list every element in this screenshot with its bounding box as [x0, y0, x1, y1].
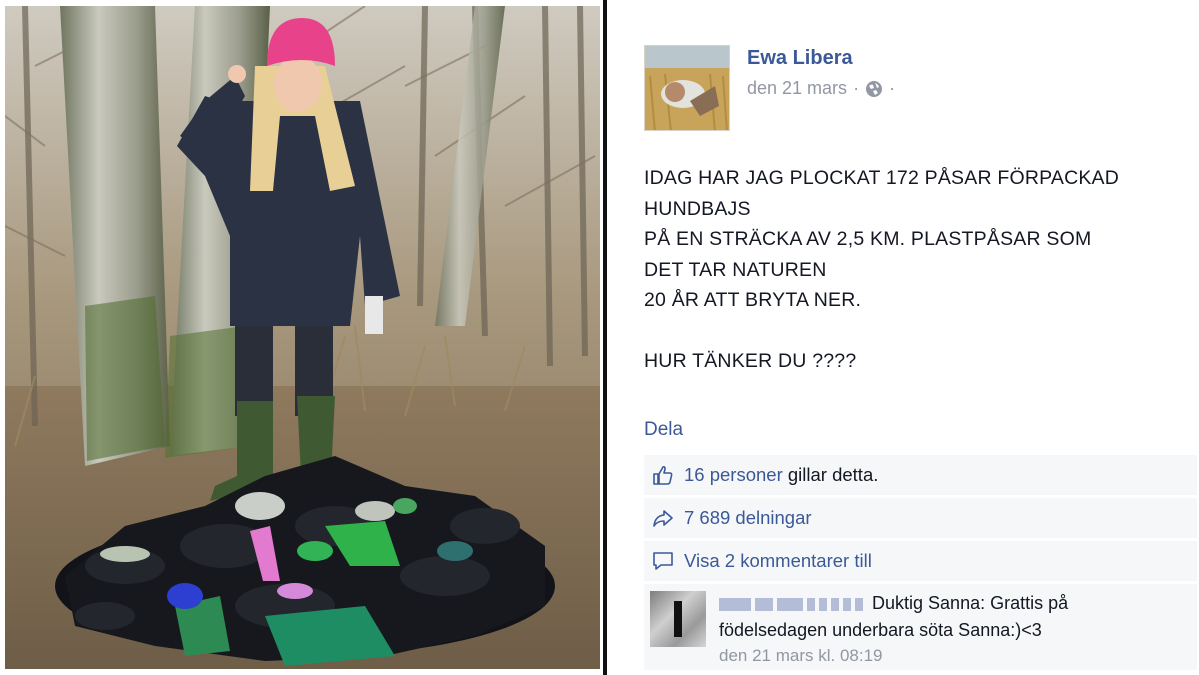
avatar-mark	[674, 601, 682, 637]
post-line: IDAG HAR JAG PLOCKAT 172 PÅSAR FÖRPACKAD	[644, 167, 1120, 189]
post-line: HUNDBAJS	[644, 197, 751, 220]
author-avatar[interactable]	[644, 45, 730, 131]
post-date[interactable]: den 21 mars	[747, 78, 847, 99]
comment-text-line2: födelsedagen underbara söta Sanna:)<3	[719, 620, 1042, 640]
author-name[interactable]: Ewa Libera	[747, 47, 853, 70]
meta-trailing-dot: ·	[889, 78, 896, 98]
comment-text-line1: Duktig Sanna: Grattis på	[872, 593, 1069, 613]
photo-illustration	[5, 6, 600, 669]
post-line: HUR TÄNKER DU ????	[644, 350, 857, 372]
shares-link[interactable]: 7 689 delningar	[684, 507, 812, 529]
comment-timestamp[interactable]: den 21 mars kl. 08:19	[719, 646, 882, 666]
post-meta: den 21 mars · ·	[747, 78, 895, 99]
post-line: PÅ EN STRÄCKA AV 2,5 KM. PLASTPÅSAR SOM	[644, 228, 1092, 250]
ufi-panel: 16 personer gillar detta. 7 689 delninga…	[644, 455, 1197, 670]
post-photo[interactable]	[5, 6, 600, 669]
view-comments-link[interactable]: Visa 2 kommentarer till	[684, 550, 872, 572]
share-link[interactable]: Dela	[644, 419, 683, 441]
post-line: 20 ÅR ATT BRYTA NER.	[644, 289, 862, 311]
panel-divider	[603, 0, 607, 675]
facebook-post: Ewa Libera den 21 mars · · IDAG HAR JAG …	[608, 0, 1199, 675]
comments-row: Visa 2 kommentarer till	[644, 541, 1197, 581]
likes-link[interactable]: 16 personer	[684, 464, 783, 486]
likes-row: 16 personer gillar detta.	[644, 455, 1197, 495]
avatar-image	[645, 46, 729, 130]
post-message: IDAG HAR JAG PLOCKAT 172 PÅSAR FÖRPACKAD…	[644, 163, 1184, 377]
thumbs-up-icon	[653, 465, 673, 485]
meta-separator: ·	[853, 78, 860, 98]
comment-item: Duktig Sanna: Grattis på födelsedagen un…	[644, 584, 1197, 670]
share-arrow-icon	[653, 510, 673, 527]
comment-bubble-icon	[653, 552, 673, 570]
shares-row: 7 689 delningar	[644, 498, 1197, 538]
commenter-avatar[interactable]	[650, 591, 706, 647]
commenter-name-redacted[interactable]	[719, 593, 872, 613]
post-line: DET TAR NATUREN	[644, 258, 827, 281]
likes-suffix: gillar detta.	[782, 464, 879, 485]
post-line-blank	[644, 316, 1184, 347]
globe-icon[interactable]	[865, 80, 883, 98]
comment-body: Duktig Sanna: Grattis på födelsedagen un…	[719, 590, 1189, 644]
